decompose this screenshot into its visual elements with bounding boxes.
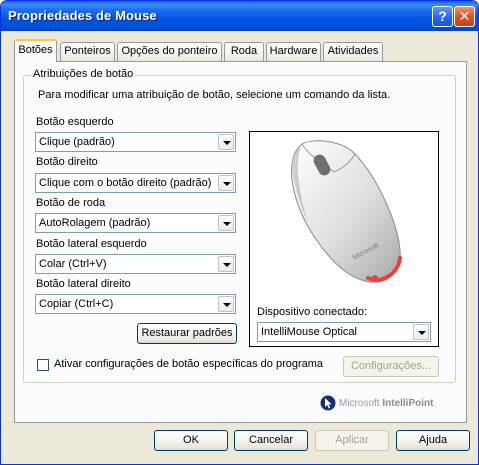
connected-device-label: Dispositivo conectado: <box>257 306 368 318</box>
tab-ponteiros[interactable]: Ponteiros <box>60 42 115 61</box>
help-button[interactable]: ? <box>432 6 453 27</box>
wheel-button-label: Botão de roda <box>36 197 106 209</box>
restore-defaults-button[interactable]: Restaurar padrões <box>137 323 237 344</box>
wheel-button-select[interactable]: AutoRolagem (padrão) <box>35 213 236 233</box>
brand-product: IntelliPoint <box>382 398 434 409</box>
right-side-button-value: Copiar (Ctrl+C) <box>39 298 114 310</box>
program-specific-label: Ativar configurações de botão específica… <box>54 358 324 370</box>
left-button-label: Botão esquerdo <box>36 116 114 128</box>
left-button-value: Clique (padrão) <box>39 136 115 148</box>
chevron-down-icon[interactable] <box>218 256 234 272</box>
wheel-button-value: AutoRolagem (padrão) <box>39 217 151 229</box>
chevron-down-icon[interactable] <box>218 296 234 312</box>
mouse-preview-panel: Microsoft Dispositivo conectado: Intelli… <box>249 131 439 347</box>
chevron-down-icon[interactable] <box>218 215 234 231</box>
right-side-button-label: Botão lateral direito <box>36 278 131 290</box>
chevron-down-icon[interactable] <box>413 324 429 340</box>
close-button[interactable]: ✕ <box>454 6 475 27</box>
connected-device-value: IntelliMouse Optical <box>261 326 357 338</box>
chevron-down-icon[interactable] <box>218 134 234 150</box>
title-bar[interactable]: Propriedades de Mouse ? ✕ <box>1 1 478 31</box>
left-button-select[interactable]: Clique (padrão) <box>35 132 236 152</box>
window-title: Propriedades de Mouse <box>8 8 157 23</box>
intellipoint-brand: Microsoft IntelliPoint <box>339 398 433 409</box>
left-side-button-select[interactable]: Colar (Ctrl+V) <box>35 254 236 274</box>
intellipoint-logo-icon <box>320 395 336 411</box>
mouse-properties-window: Propriedades de Mouse ? ✕ Botões Ponteir… <box>0 0 479 465</box>
mouse-image: Microsoft <box>291 140 402 283</box>
left-side-button-label: Botão lateral esquerdo <box>36 238 147 250</box>
ok-button[interactable]: OK <box>154 430 228 451</box>
tab-botoes[interactable]: Botões <box>14 39 57 62</box>
right-button-label: Botão direito <box>36 156 98 168</box>
tab-atividades[interactable]: Atividades <box>323 42 383 61</box>
brand-prefix: Microsoft <box>339 398 380 409</box>
cancel-button[interactable]: Cancelar <box>234 430 308 451</box>
connected-device-select[interactable]: IntelliMouse Optical <box>257 322 431 342</box>
tab-opcoes-ponteiro[interactable]: Opções do ponteiro <box>117 42 222 61</box>
group-title: Atribuições de botão <box>31 68 136 80</box>
right-side-button-select[interactable]: Copiar (Ctrl+C) <box>35 294 236 314</box>
right-button-value: Clique com o botão direito (padrão) <box>39 177 212 189</box>
tab-roda[interactable]: Roda <box>224 42 264 61</box>
chevron-down-icon[interactable] <box>218 175 234 191</box>
configurations-button[interactable]: Configurações... <box>343 356 439 377</box>
apply-button[interactable]: Aplicar <box>315 430 389 451</box>
instruction-text: Para modificar uma atribuição de botão, … <box>38 89 391 101</box>
left-side-button-value: Colar (Ctrl+V) <box>39 258 107 270</box>
help-dialog-button[interactable]: Ajuda <box>396 430 470 451</box>
right-button-select[interactable]: Clique com o botão direito (padrão) <box>35 173 236 193</box>
tab-hardware[interactable]: Hardware <box>266 42 321 61</box>
program-specific-checkbox[interactable] <box>37 359 49 371</box>
